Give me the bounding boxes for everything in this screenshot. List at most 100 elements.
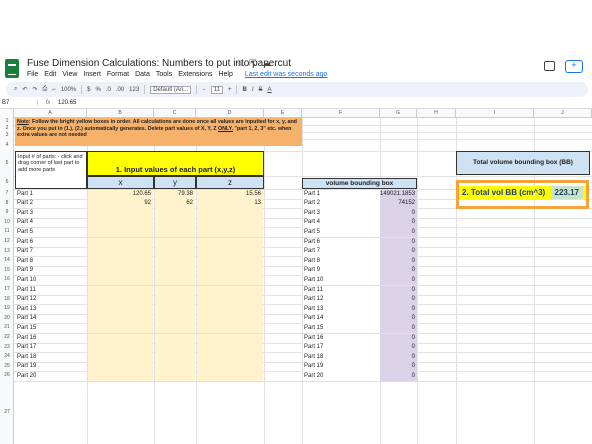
part-name-cell[interactable]: Part 5	[16, 228, 86, 238]
volume-value-cell[interactable]: 0	[380, 266, 417, 276]
part-name-cell[interactable]: Part 1	[16, 190, 86, 200]
row-header[interactable]: 8	[0, 199, 14, 209]
menu-item-tools[interactable]: Tools	[156, 71, 172, 78]
part-name-cell[interactable]: Part 10	[16, 276, 86, 286]
column-header-c[interactable]: C	[154, 109, 196, 118]
currency-button[interactable]: $	[87, 87, 90, 93]
volume-value-cell[interactable]: 0	[380, 314, 417, 324]
z-value-cell[interactable]	[197, 333, 263, 344]
volume-part-name-cell[interactable]: Part 20	[303, 371, 380, 382]
y-value-cell[interactable]	[155, 343, 195, 353]
x-value-cell[interactable]	[88, 295, 153, 305]
total-volume-row[interactable]: 2. Total vol BB (cm^3) 223.17	[459, 186, 586, 199]
z-value-cell[interactable]	[197, 285, 263, 296]
part-name-cell[interactable]: Part 13	[16, 305, 86, 315]
y-value-cell[interactable]	[155, 256, 195, 267]
volume-part-name-cell[interactable]: Part 17	[303, 343, 380, 353]
volume-part-name-cell[interactable]: Part 5	[303, 227, 380, 238]
volume-value-cell[interactable]: 0	[380, 371, 417, 382]
x-value-cell[interactable]	[88, 247, 153, 257]
text-color-button[interactable]: A	[268, 87, 272, 93]
part-name-cell[interactable]: Part 11	[16, 286, 86, 296]
row-header[interactable]: 17	[0, 285, 14, 295]
total-volume-title[interactable]: Total volume bounding box (BB)	[456, 151, 590, 175]
y-value-cell[interactable]	[155, 304, 195, 315]
y-value-cell[interactable]	[155, 371, 195, 382]
z-value-cell[interactable]	[197, 314, 263, 324]
volume-value-cell[interactable]: 74152	[380, 199, 417, 209]
menu-item-file[interactable]: File	[27, 71, 38, 78]
volume-value-cell[interactable]: 0	[380, 247, 417, 257]
row-header[interactable]: 25	[0, 362, 14, 372]
x-value-cell[interactable]	[88, 266, 153, 276]
part-name-cell[interactable]: Part 14	[16, 314, 86, 324]
volume-value-cell[interactable]: 0	[380, 362, 417, 372]
x-value-cell[interactable]	[88, 333, 153, 344]
volume-part-name-cell[interactable]: Part 2	[303, 199, 380, 209]
y-value-cell[interactable]	[155, 275, 195, 286]
x-value-cell[interactable]	[88, 227, 153, 238]
menu-item-data[interactable]: Data	[135, 71, 150, 78]
undo-icon[interactable]: ↶	[22, 86, 27, 93]
volume-value-cell[interactable]: 0	[380, 333, 417, 344]
y-value-cell[interactable]	[155, 362, 195, 372]
volume-part-name-cell[interactable]: Part 12	[303, 295, 380, 305]
total-volume-value[interactable]: 223.17	[550, 186, 583, 199]
part-name-cell[interactable]: Part 20	[16, 372, 86, 382]
menu-item-view[interactable]: View	[62, 71, 77, 78]
column-header-e[interactable]: E	[264, 109, 302, 118]
percent-button[interactable]: %	[95, 87, 100, 93]
x-value-cell[interactable]: 120.65	[88, 189, 153, 200]
menu-item-format[interactable]: Format	[107, 71, 129, 78]
x-value-cell[interactable]	[88, 218, 153, 228]
z-value-cell[interactable]: 15.56	[197, 189, 263, 200]
part-name-cell[interactable]: Part 8	[16, 257, 86, 267]
y-value-cell[interactable]: 79.38	[155, 189, 195, 200]
part-name-cell[interactable]: Part 15	[16, 324, 86, 334]
column-header-b[interactable]: B	[87, 109, 154, 118]
volume-value-cell[interactable]: 0	[380, 352, 417, 363]
z-value-cell[interactable]	[197, 208, 263, 219]
volume-part-name-cell[interactable]: Part 7	[303, 247, 380, 257]
column-header-g[interactable]: G	[380, 109, 417, 118]
y-value-cell[interactable]	[155, 266, 195, 276]
font-select[interactable]: Default (Ari...	[150, 85, 192, 94]
volume-part-name-cell[interactable]: Part 16	[303, 333, 380, 344]
z-value-cell[interactable]	[197, 352, 263, 363]
x-value-cell[interactable]	[88, 343, 153, 353]
row-header[interactable]: 23	[0, 343, 14, 353]
volume-part-name-cell[interactable]: Part 1	[303, 189, 380, 200]
row-header[interactable]: 4	[0, 139, 14, 151]
x-value-cell[interactable]	[88, 285, 153, 296]
x-value-cell[interactable]	[88, 362, 153, 372]
volume-part-name-cell[interactable]: Part 4	[303, 218, 380, 228]
row-header[interactable]: 22	[0, 333, 14, 343]
part-name-cell[interactable]: Part 17	[16, 343, 86, 353]
volume-part-name-cell[interactable]: Part 14	[303, 314, 380, 324]
y-value-cell[interactable]	[155, 227, 195, 238]
z-value-cell[interactable]	[197, 343, 263, 353]
row-header[interactable]: 20	[0, 314, 14, 324]
menu-item-insert[interactable]: Insert	[83, 71, 101, 78]
increase-decimal-button[interactable]: .00	[116, 87, 124, 93]
x-value-cell[interactable]	[88, 323, 153, 334]
x-value-cell[interactable]	[88, 352, 153, 363]
column-header-j[interactable]: J	[534, 109, 592, 118]
row-header[interactable]: 18	[0, 295, 14, 305]
row-header[interactable]: 14	[0, 256, 14, 266]
row-header[interactable]: 10	[0, 218, 14, 228]
cloud-saved-icon[interactable]: ☁	[262, 58, 271, 69]
row-header[interactable]: 13	[0, 247, 14, 257]
z-value-cell[interactable]	[197, 275, 263, 286]
volume-value-cell[interactable]: 0	[380, 343, 417, 353]
x-value-cell[interactable]	[88, 208, 153, 219]
add-button[interactable]: +	[565, 60, 583, 73]
volume-part-name-cell[interactable]: Part 8	[303, 256, 380, 267]
y-value-cell[interactable]	[155, 285, 195, 296]
formula-input[interactable]: 120.65	[58, 100, 76, 106]
volume-value-cell[interactable]: 0	[380, 256, 417, 267]
column-header-i[interactable]: I	[456, 109, 534, 118]
row-header[interactable]: 1	[0, 118, 14, 125]
x-value-cell[interactable]	[88, 314, 153, 324]
z-value-cell[interactable]	[197, 256, 263, 267]
